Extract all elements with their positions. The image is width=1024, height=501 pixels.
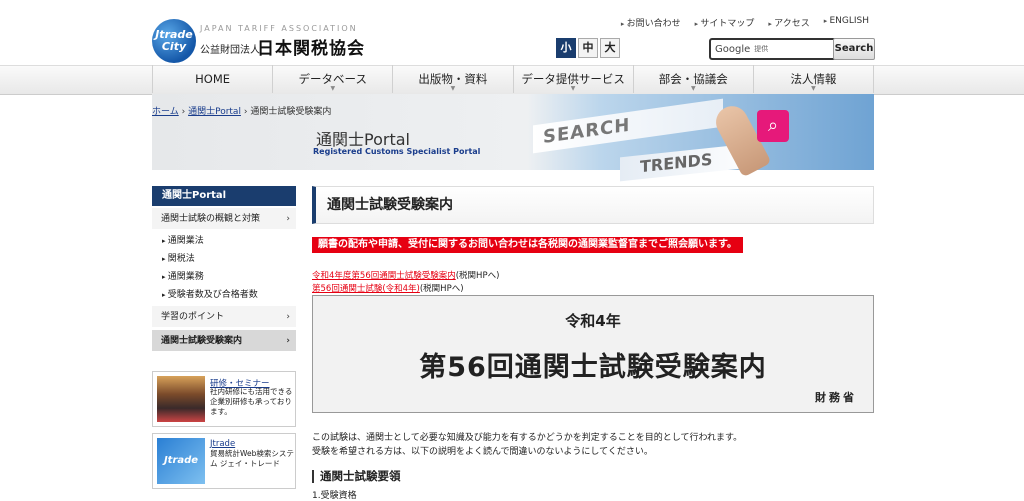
access-link[interactable]: アクセス [768, 16, 810, 29]
chevron-right-icon: › [286, 312, 290, 322]
font-size-large-button[interactable]: 大 [600, 38, 620, 58]
chevron-right-icon: › [286, 214, 290, 224]
search-button[interactable]: Search [833, 38, 875, 60]
intro-paragraph-2: 受験を希望される方は、以下の説明をよく読んで間違いのないようにしてください。 [312, 447, 653, 457]
portal-subtitle: Registered Customs Specialist Portal [313, 147, 481, 156]
nav-committees[interactable]: 部会・協議会 ▼ [632, 65, 753, 93]
banner-jtrade-desc: 貿易統計Web検索システム ジェイ・トレード [210, 449, 294, 468]
seminar-photo [157, 376, 205, 422]
sitemap-link[interactable]: サイトマップ [695, 16, 754, 29]
page-title: 通関士試験受験案内 [312, 186, 874, 224]
link-line-2: 第56回通関士試験(令和4年)(税関HPへ) [312, 284, 464, 294]
breadcrumb-separator: › [181, 107, 186, 117]
chevron-down-icon: ▼ [690, 85, 696, 92]
exam-title: 第56回通関士試験受験案内 [419, 352, 767, 383]
sidebar-title[interactable]: 通関士Portal [152, 186, 296, 206]
chevron-down-icon: ▼ [330, 85, 336, 92]
section-heading: 通関士試験要領 [312, 470, 401, 483]
exam-ministry: 財務省 [815, 391, 857, 404]
sidebar-sub-customs-law[interactable]: 関税法 [152, 251, 296, 264]
top-links: お問い合わせ サイトマップ アクセス ENGLISH [621, 16, 869, 29]
breadcrumb: ホーム › 通関士Portal › 通関士試験受験案内 [152, 104, 331, 117]
chevron-right-icon: › [286, 336, 290, 346]
font-size-small-button[interactable]: 小 [556, 38, 576, 58]
exam-56-link[interactable]: 第56回通関士試験(令和4年) [312, 284, 420, 294]
org-name-ja[interactable]: 日本関税協会 [257, 34, 365, 59]
org-name-en: JAPAN TARIFF ASSOCIATION [200, 24, 358, 33]
banner-seminar[interactable]: 研修・セミナー 社内研修にも活用できる企業別研修も承っております。 [152, 371, 296, 427]
magnifier-icon: ⌕ [757, 110, 789, 142]
sidebar-item-overview[interactable]: 通関士試験の概観と対策 › [152, 208, 296, 230]
exam-year: 令和4年 [565, 312, 621, 330]
section-subheading: 1.受験資格 [312, 491, 357, 501]
sidebar-item-exam-guide[interactable]: 通関士試験受験案内 › [152, 330, 296, 352]
sidebar-item-study-points[interactable]: 学習のポイント › [152, 306, 296, 328]
intro-paragraph-1: この試験は、通関士として必要な知識及び能力を有するかどうかを判定することを目的と… [312, 433, 743, 443]
search-placeholder: 提供 [754, 45, 769, 53]
chevron-down-icon: ▼ [811, 85, 816, 92]
banner-seminar-desc: 社内研修にも活用できる企業別研修も承っております。 [210, 387, 293, 416]
breadcrumb-home[interactable]: ホーム [152, 107, 179, 117]
jtrade-logo: Jtrade [157, 438, 205, 484]
notice-banner: 願書の配布や申請、受付に関するお問い合わせは各税関の通関業監督官までご照会願いま… [312, 237, 743, 253]
nav-home[interactable]: HOME [152, 65, 272, 93]
global-nav: HOME データベース ▼ 出版物・資料 ▼ データ提供サービス ▼ 部会・協議会 ▼ … [152, 65, 875, 93]
font-size-medium-button[interactable]: 中 [578, 38, 598, 58]
google-label: Google [715, 43, 751, 55]
org-type: 公益財団法人 [200, 45, 260, 56]
link-line-1: 令和4年度第56回通関士試験受験案内(税関HPへ) [312, 271, 500, 281]
breadcrumb-current: 通関士試験受験案内 [250, 107, 332, 117]
nav-data-services[interactable]: データ提供サービス ▼ [512, 65, 633, 93]
chevron-down-icon: ▼ [570, 85, 576, 92]
breadcrumb-portal[interactable]: 通関士Portal [188, 107, 241, 117]
sidebar-sub-examinee-stats[interactable]: 受験者数及び合格者数 [152, 287, 296, 300]
search-input[interactable]: Google 提供 [709, 38, 837, 60]
jtrade-city-logo[interactable]: Jtrade City [152, 19, 196, 63]
sidebar-sub-customs-business-law[interactable]: 通関業法 [152, 233, 296, 246]
english-link[interactable]: ENGLISH [824, 16, 869, 29]
font-size-switcher: 小 中 大 [556, 38, 620, 58]
nav-publications[interactable]: 出版物・資料 ▼ [392, 65, 512, 93]
contact-link[interactable]: お問い合わせ [621, 16, 681, 29]
nav-corporate-info[interactable]: 法人情報 ▼ [752, 65, 875, 93]
nav-database[interactable]: データベース ▼ [272, 65, 392, 93]
sidebar-sub-customs-practice[interactable]: 通関業務 [152, 269, 296, 282]
chevron-down-icon: ▼ [450, 85, 456, 92]
exam-guide-link[interactable]: 令和4年度第56回通関士試験受験案内 [312, 271, 456, 281]
banner-jtrade[interactable]: Jtrade Jtrade 貿易統計Web検索システム ジェイ・トレード [152, 433, 296, 489]
breadcrumb-separator: › [243, 107, 248, 117]
banner-jtrade-title[interactable]: Jtrade [210, 439, 235, 449]
